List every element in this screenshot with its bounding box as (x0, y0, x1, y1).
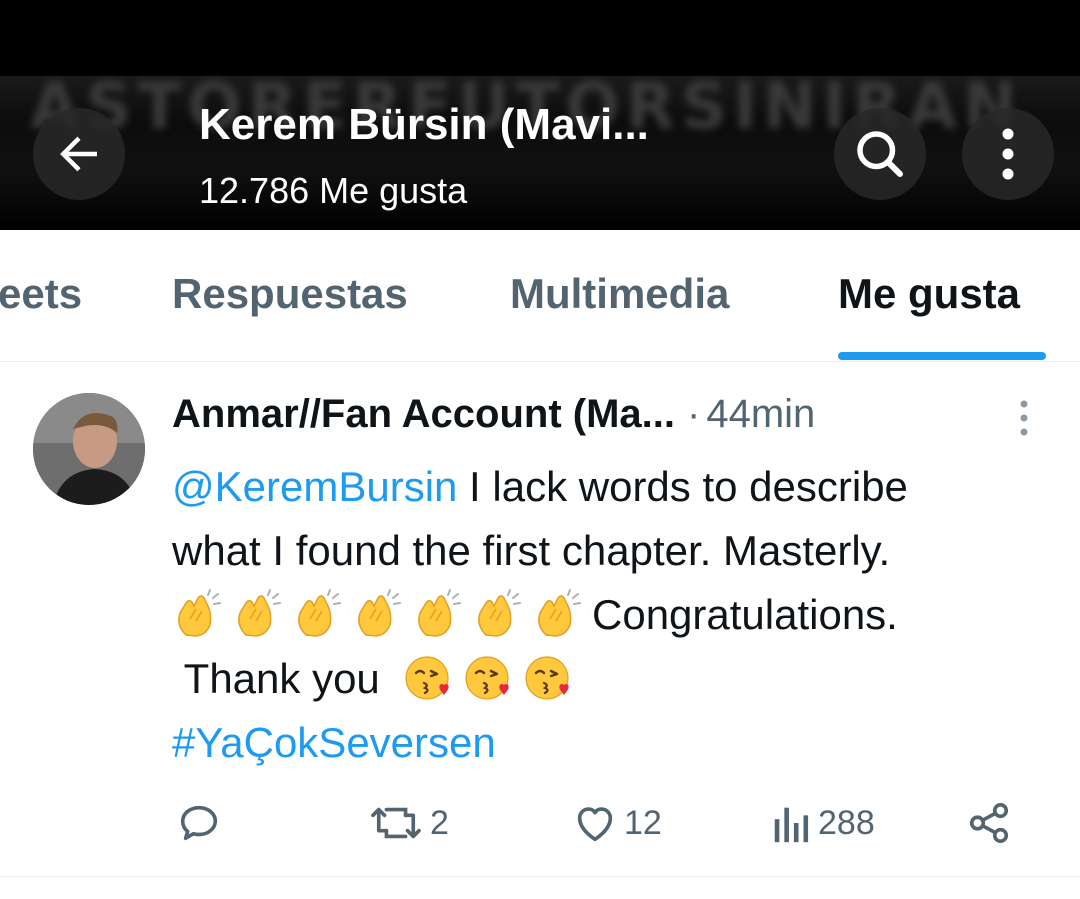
share-icon (969, 802, 1009, 844)
tweet-text-3: Congratulations. (592, 591, 898, 638)
tweet-line-5: #YaÇokSeversen (172, 711, 1052, 775)
tweet-divider (0, 876, 1080, 877)
more-vertical-icon (1002, 128, 1014, 180)
tweet-line-2: what I found the first chapter. Masterly… (172, 527, 891, 574)
clapping-hands-emoji (298, 588, 341, 637)
tweet-timestamp[interactable]: 44min (706, 392, 815, 436)
tweet-more-icon[interactable] (1010, 398, 1038, 438)
tweet-author-name[interactable]: Anmar//Fan Account (Ma... (172, 392, 675, 436)
face-blowing-kiss-emoji (465, 656, 509, 700)
search-button[interactable] (834, 108, 926, 200)
clapping-hands-emoji (538, 588, 581, 637)
clapping-hands-emoji (418, 588, 461, 637)
views-count: 288 (818, 803, 875, 842)
views-button[interactable]: 288 (772, 800, 875, 846)
clapping-hands-emoji (238, 588, 281, 637)
tab-media[interactable]: Multimedia (510, 270, 729, 318)
profile-header: ASTORERFUTORSINIRAN Kerem Bürsin (Mavi..… (0, 0, 1080, 230)
clapping-hands-emoji (478, 588, 521, 637)
kiss-face-emoji-group (403, 655, 583, 702)
tweet-line-3: Congratulations. (172, 583, 1052, 647)
retweet-button[interactable]: 2 (368, 800, 449, 846)
tweet-separator: · (687, 392, 701, 436)
share-button[interactable] (966, 800, 1012, 846)
avatar[interactable] (33, 393, 145, 505)
tweet-line-1: @KeremBursin I lack words to describe (172, 455, 1052, 519)
tweet-text-1: I lack words to describe (457, 463, 908, 510)
reply-button[interactable] (176, 800, 228, 846)
tweet-header: Anmar//Fan Account (Ma... · 44min (172, 392, 815, 437)
mention-link[interactable]: @KeremBursin (172, 463, 457, 510)
clapping-hands-emoji-group (172, 588, 592, 638)
search-icon (857, 131, 903, 177)
back-button[interactable] (33, 108, 125, 200)
retweet-icon (371, 807, 421, 839)
profile-name: Kerem Bürsin (Mavi... (199, 100, 649, 149)
views-icon (774, 807, 809, 843)
like-count: 12 (624, 803, 662, 842)
likes-count: 12.786 Me gusta (199, 170, 468, 211)
like-icon (577, 807, 613, 842)
retweet-count: 2 (430, 803, 449, 842)
more-options-button[interactable] (962, 108, 1054, 200)
tweet-text: @KeremBursin I lack words to describe wh… (172, 455, 1052, 775)
face-blowing-kiss-emoji (405, 656, 449, 700)
tweet-line-4: Thank you (172, 647, 1052, 711)
clapping-hands-emoji (178, 588, 221, 637)
avatar-photo (33, 393, 145, 505)
clapping-hands-emoji (358, 588, 401, 637)
tweet-text-4: Thank you (183, 655, 380, 702)
tab-tweets[interactable]: eets (0, 270, 82, 318)
back-arrow-icon (60, 136, 97, 172)
tab-replies[interactable]: Respuestas (172, 270, 408, 318)
active-tab-indicator (838, 352, 1046, 360)
hashtag-link[interactable]: #YaÇokSeversen (172, 719, 496, 766)
reply-icon (180, 805, 218, 841)
like-button[interactable]: 12 (572, 800, 662, 846)
face-blowing-kiss-emoji (525, 656, 569, 700)
tab-likes[interactable]: Me gusta (838, 270, 1020, 318)
